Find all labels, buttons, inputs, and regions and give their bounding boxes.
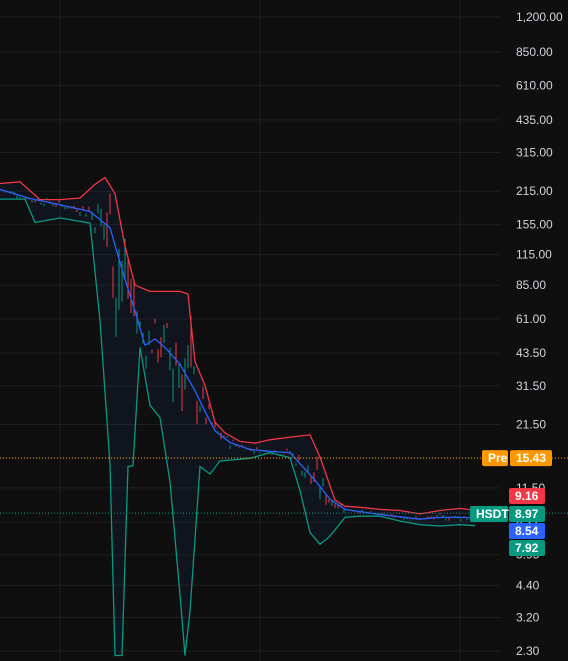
y-tick-label: 315.00 [516,146,553,160]
svg-text:9.16: 9.16 [515,489,539,503]
y-tick-label: 21.50 [516,418,546,432]
price-tags: Pre 15.43 HSDT 9.16 8.97 8.54 7.92 [470,450,552,556]
pre-market-label-tag: Pre [482,450,508,467]
y-tick-label: 215.00 [516,184,553,198]
svg-text:HSDT: HSDT [476,507,509,521]
y-tick-label: 31.50 [516,379,546,393]
y-tick-label: 85.00 [516,278,546,292]
y-tick-label: 155.00 [516,217,553,231]
svg-text:8.97: 8.97 [515,507,539,521]
y-tick-label: 61.00 [516,312,546,326]
indicator-lines [0,176,481,657]
symbol-tag: HSDT [470,506,509,522]
candles [1,189,477,522]
indicator-line-2 [0,198,476,657]
y-tick-label: 610.00 [516,79,553,93]
svg-text:15.43: 15.43 [516,451,546,465]
y-tick-label: 43.50 [516,346,546,360]
y-tick-label: 4.40 [516,578,540,592]
y-tick-label: 115.00 [516,248,552,262]
indicator-line-0 [0,176,481,515]
y-tick-label: 1,200.00 [516,10,563,24]
chart-area[interactable]: 1,200.00 850.00 610.00 435.00 315.00 215.00 15… [0,0,568,661]
value-tag-0: 9.16 [509,488,545,504]
svg-text:Pre: Pre [488,451,508,465]
price-axis[interactable]: 1,200.00 850.00 610.00 435.00 315.00 215.00 15… [516,10,563,658]
svg-text:8.54: 8.54 [515,524,539,538]
value-tag-2: 8.54 [509,523,545,539]
price-chart[interactable]: 1,200.00 850.00 610.00 435.00 315.00 215.00 15… [0,0,568,661]
band-fill [0,177,480,656]
indicator-line-1 [0,188,481,520]
y-tick-label: 850.00 [516,45,553,59]
y-tick-label: 3.20 [516,611,540,625]
price-lines [0,457,568,514]
value-tag-1: 8.97 [509,506,545,522]
y-tick-label: 435.00 [516,113,553,127]
svg-text:7.92: 7.92 [515,541,539,555]
value-tag-3: 7.92 [509,540,545,556]
pre-market-value-tag: 15.43 [510,450,552,467]
grid [0,0,500,661]
y-tick-label: 2.30 [516,644,540,658]
bollinger-band-fill [0,177,480,656]
